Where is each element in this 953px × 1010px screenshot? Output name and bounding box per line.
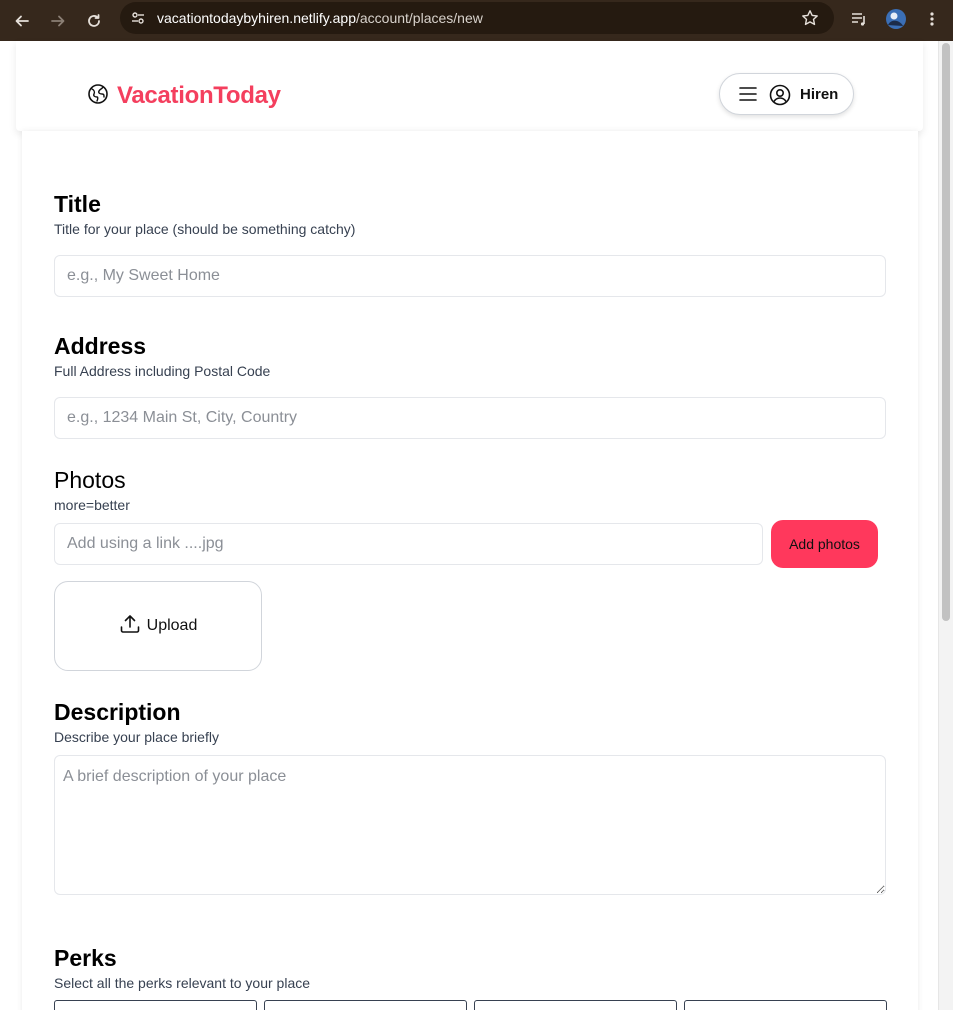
- perks-help-text: Select all the perks relevant to your pl…: [54, 975, 311, 991]
- perks-heading: Perks: [54, 945, 117, 971]
- description-help-text: Describe your place briefly: [54, 729, 219, 745]
- profile-avatar-icon[interactable]: [884, 7, 908, 31]
- address-heading: Address: [54, 333, 147, 359]
- address-bar[interactable]: vacationtodaybyhiren.netlify.app/account…: [120, 2, 834, 34]
- title-help-text: Title for your place (should be somethin…: [54, 221, 356, 237]
- add-photos-button[interactable]: Add photos: [771, 520, 878, 568]
- description-textarea[interactable]: [54, 755, 886, 895]
- upload-label: Upload: [146, 617, 198, 634]
- perk-option[interactable]: [684, 1000, 887, 1010]
- brand-name: VacationToday: [117, 82, 281, 109]
- photos-heading: Photos: [54, 467, 126, 493]
- forward-icon[interactable]: [45, 8, 71, 34]
- perk-option[interactable]: [54, 1000, 257, 1010]
- site-settings-icon[interactable]: [130, 10, 146, 31]
- title-heading: Title: [54, 191, 101, 217]
- more-menu-icon[interactable]: [920, 7, 944, 31]
- globe-icon: [87, 83, 109, 110]
- title-input[interactable]: [54, 255, 886, 297]
- description-heading: Description: [54, 699, 181, 725]
- bookmark-star-icon[interactable]: [801, 9, 819, 32]
- user-menu-button[interactable]: Hiren: [719, 73, 854, 115]
- photo-link-input[interactable]: [54, 523, 763, 565]
- user-circle-icon: [769, 84, 791, 111]
- perk-option[interactable]: [474, 1000, 677, 1010]
- reading-list-icon[interactable]: [847, 7, 871, 31]
- brand-logo[interactable]: VacationToday: [87, 82, 281, 110]
- address-help-text: Full Address including Postal Code: [54, 363, 271, 379]
- upload-button[interactable]: Upload: [54, 581, 262, 671]
- hamburger-menu-icon: [739, 86, 757, 107]
- reload-icon[interactable]: [81, 8, 107, 34]
- upload-icon: [119, 613, 141, 640]
- user-name: Hiren: [800, 86, 839, 103]
- browser-toolbar: vacationtodaybyhiren.netlify.app/account…: [0, 0, 953, 41]
- perk-option[interactable]: [264, 1000, 467, 1010]
- page-scrollbar-thumb[interactable]: [942, 43, 950, 621]
- photos-help-text: more=better: [54, 497, 130, 513]
- address-input[interactable]: [54, 397, 886, 439]
- url-text: vacationtodaybyhiren.netlify.app/account…: [157, 10, 483, 26]
- back-icon[interactable]: [9, 8, 35, 34]
